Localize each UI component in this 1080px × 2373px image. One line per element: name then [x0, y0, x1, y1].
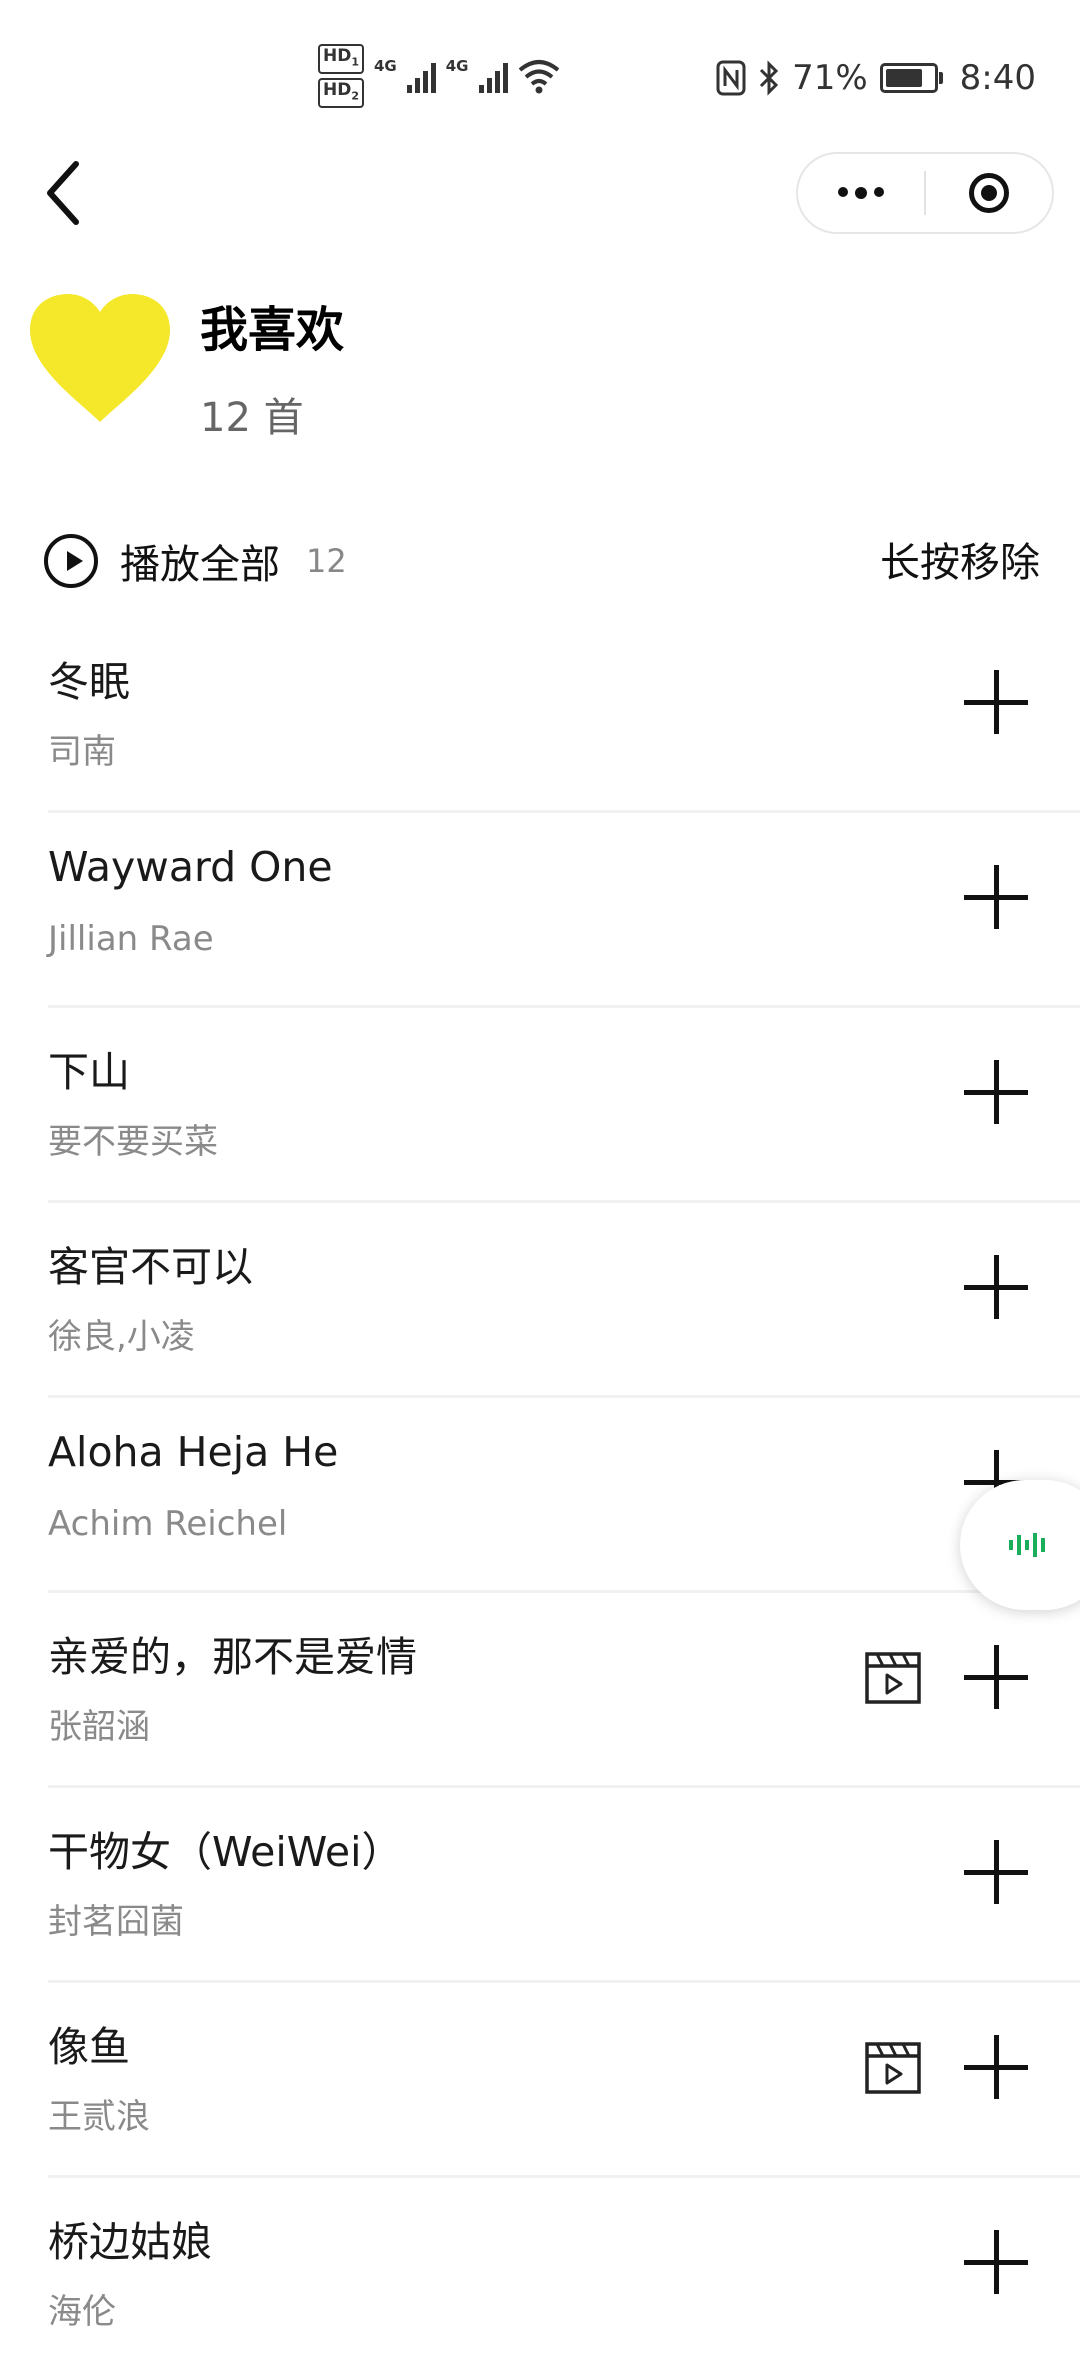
song-artist: 张韶涵 [48, 1707, 150, 1747]
floating-player-button[interactable] [960, 1480, 1080, 1610]
battery-percent: 71% [792, 58, 868, 98]
long-press-remove-hint: 长按移除 [880, 540, 1040, 586]
nfc-icon [716, 60, 746, 96]
song-artist: 王贰浪 [48, 2097, 150, 2137]
status-right: 71% 8:40 [716, 56, 1036, 100]
mv-video-icon[interactable] [864, 2039, 922, 2097]
add-to-playlist-button[interactable] [964, 2230, 1028, 2294]
song-artist: 封茗囧菌 [48, 1902, 184, 1942]
miniprogram-capsule [796, 152, 1054, 234]
add-to-playlist-button[interactable] [964, 1645, 1028, 1709]
hd-2-badge: HD2 [318, 78, 364, 109]
signal-2-icon [478, 59, 508, 93]
network-type-2: 4G [445, 57, 469, 75]
song-title: 客官不可以 [48, 1243, 253, 1291]
add-to-playlist-button[interactable] [964, 1060, 1028, 1124]
signal-1-icon [406, 59, 436, 93]
song-title: Wayward One [48, 843, 333, 891]
target-circle-icon [968, 173, 1009, 213]
play-circle-icon [44, 534, 98, 588]
song-title: 桥边姑娘 [48, 2218, 212, 2266]
mv-video-icon[interactable] [864, 1649, 922, 1707]
song-title: 亲爱的，那不是爱情 [48, 1633, 417, 1681]
play-all-count: 12 [306, 542, 347, 580]
song-row[interactable]: 下山 要不要买菜 [0, 1008, 1080, 1203]
playlist-title: 我喜欢 [200, 302, 345, 358]
song-title: 干物女（WeiWei） [48, 1828, 403, 1876]
song-title: 像鱼 [48, 2023, 130, 2071]
song-row[interactable]: 像鱼 王贰浪 [0, 1983, 1080, 2178]
hd-indicators: HD1 HD2 [318, 43, 364, 109]
song-title: Aloha Heja He [48, 1428, 339, 1476]
add-to-playlist-button[interactable] [964, 2035, 1028, 2099]
more-button[interactable] [798, 154, 924, 232]
song-title: 下山 [48, 1048, 130, 1096]
song-title: 冬眠 [48, 658, 130, 706]
play-all-button[interactable]: 播放全部 12 [44, 525, 347, 597]
song-artist: Achim Reichel [48, 1504, 288, 1544]
song-artist: 要不要买菜 [48, 1122, 218, 1162]
bluetooth-icon [760, 60, 779, 96]
song-list: 冬眠 司南 Wayward One Jillian Rae 下山 要不要买菜 客… [0, 618, 1080, 2373]
song-row[interactable]: 桥边姑娘 海伦 [0, 2178, 1080, 2373]
add-to-playlist-button[interactable] [964, 865, 1028, 929]
song-artist: Jillian Rae [48, 919, 214, 959]
song-row[interactable]: 客官不可以 徐良,小凌 [0, 1203, 1080, 1398]
playlist-count: 12 首 [200, 395, 304, 441]
add-to-playlist-button[interactable] [964, 1255, 1028, 1319]
song-row[interactable]: 亲爱的，那不是爱情 张韶涵 [0, 1593, 1080, 1788]
back-button[interactable] [36, 158, 102, 228]
more-dots-icon [838, 187, 884, 199]
song-row[interactable]: 冬眠 司南 [0, 618, 1080, 813]
chevron-left-icon [47, 161, 79, 225]
song-artist: 徐良,小凌 [48, 1317, 195, 1357]
status-bar: HD1 HD2 4G 4G 71% 8:40 [0, 0, 1080, 150]
heart-cover-icon [30, 294, 170, 422]
hd-1-badge: HD1 [318, 43, 364, 74]
close-miniprogram-button[interactable] [926, 154, 1052, 232]
song-row[interactable]: Wayward One Jillian Rae [0, 813, 1080, 1008]
heart-shape [30, 294, 170, 422]
song-artist: 司南 [48, 732, 116, 772]
play-all-label: 播放全部 [120, 542, 280, 588]
wifi-icon [518, 60, 559, 94]
audio-wave-icon [1009, 1533, 1045, 1557]
add-to-playlist-button[interactable] [964, 670, 1028, 734]
song-row[interactable]: 干物女（WeiWei） 封茗囧菌 [0, 1788, 1080, 1983]
status-left: HD1 HD2 4G 4G [318, 43, 560, 109]
network-type-1: 4G [374, 57, 397, 75]
clock: 8:40 [959, 58, 1036, 98]
song-artist: 海伦 [48, 2292, 116, 2332]
battery-icon [879, 63, 943, 93]
song-row[interactable]: Aloha Heja He Achim Reichel [0, 1398, 1080, 1593]
add-to-playlist-button[interactable] [964, 1840, 1028, 1904]
